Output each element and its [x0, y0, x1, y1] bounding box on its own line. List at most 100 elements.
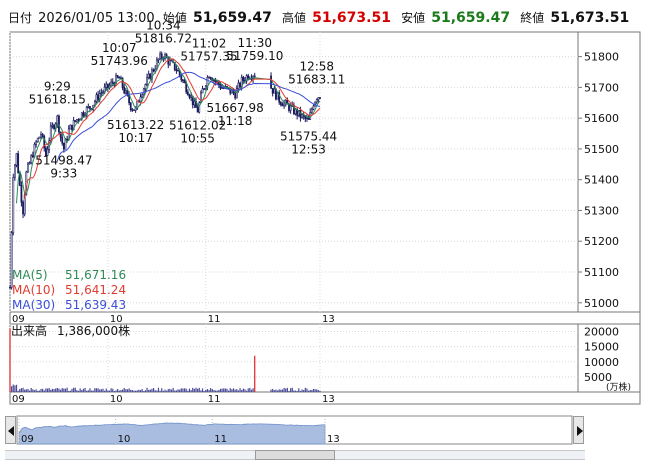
annotation-time: 11:18 [218, 114, 253, 128]
volume-bar [97, 388, 99, 392]
y-tick-label: 51500 [584, 143, 619, 156]
volume-bar [167, 389, 169, 392]
y-tick-label: 51700 [584, 81, 619, 94]
volume-bar [30, 387, 32, 392]
volume-y-tick-label: 10000 [584, 356, 619, 369]
scrollbar-thumb[interactable] [255, 450, 335, 460]
candle-body [186, 91, 189, 96]
candle-body [146, 77, 148, 85]
volume-bar [249, 387, 251, 392]
volume-bar [180, 388, 182, 392]
volume-x-tick-label: 13 [322, 394, 335, 405]
candle-body [315, 99, 318, 103]
volume-bar [133, 390, 135, 392]
ma-legend-name: MA(5) [12, 268, 48, 282]
candle-body [199, 92, 202, 103]
volume-bar [28, 390, 31, 392]
volume-bar [203, 390, 205, 392]
volume-bar [285, 388, 287, 392]
volume-bar [149, 389, 151, 392]
y-tick-label: 51000 [584, 297, 619, 310]
volume-bar [159, 390, 161, 392]
candle-body [206, 77, 209, 87]
volume-bar [242, 388, 244, 392]
volume-bar [244, 389, 246, 392]
candle-body [180, 75, 183, 81]
candle-body [190, 95, 193, 98]
volume-bar [179, 389, 181, 392]
y-tick-label: 51400 [584, 174, 619, 187]
candle-body [182, 79, 184, 82]
volume-bar [48, 388, 50, 392]
annotation-time: 9:29 [44, 80, 71, 94]
volume-bar [228, 390, 230, 392]
volume-bar [22, 387, 24, 392]
candle-body [100, 92, 103, 94]
volume-bar [156, 390, 158, 392]
volume-bar [247, 388, 249, 392]
volume-bar [229, 388, 231, 392]
volume-bar [216, 390, 218, 392]
volume-bar [15, 384, 18, 392]
volume-bar [275, 389, 277, 392]
volume-bar [53, 389, 55, 392]
volume-bar [105, 388, 107, 392]
candle-body [175, 69, 178, 71]
volume-bar [154, 390, 156, 392]
candle-body [204, 85, 207, 89]
volume-bar [79, 388, 81, 392]
volume-bar [170, 389, 173, 392]
volume-bar [254, 355, 256, 392]
navigator-area [18, 422, 326, 445]
scrollbar-track[interactable] [5, 450, 585, 460]
candle-body [75, 119, 78, 122]
volume-bar [234, 389, 236, 392]
price-chart[interactable]: 51000 51100 51200 51300 51400 51500 51600 51700… [0, 0, 653, 325]
candle-body [213, 79, 215, 82]
volume-bar [174, 390, 176, 392]
volume-bar [206, 389, 209, 392]
candle-body [141, 94, 144, 98]
annotation-value: 51498.47 [35, 153, 92, 167]
volume-bar [123, 387, 125, 392]
candle-body [106, 83, 109, 89]
volume-bar [192, 387, 194, 392]
volume-bar [58, 388, 60, 392]
volume-bar [250, 389, 253, 392]
candle-body [41, 134, 44, 137]
candle-body [152, 69, 155, 72]
volume-bar [161, 388, 163, 392]
volume-bar [11, 386, 13, 392]
annotation-value: 51667.98 [207, 101, 264, 115]
volume-chart[interactable]: 5000 10000 15000 20000 (万株) 09 10 11 13 出来高 1,386,… [0, 322, 653, 412]
volume-bar [12, 384, 14, 392]
volume-bar [270, 389, 272, 392]
navigator-tick-label: 11 [214, 434, 227, 445]
volume-bar [51, 388, 54, 392]
volume-bar [157, 387, 160, 392]
annotation-time: 11:30 [237, 36, 272, 50]
volume-bar [185, 388, 187, 392]
volume-bar [107, 390, 109, 392]
volume-x-tick-label: 09 [12, 394, 25, 405]
volume-bar [102, 388, 104, 392]
volume-y-tick-label: 20000 [584, 326, 619, 339]
volume-bar [218, 390, 220, 392]
scroll-right-button[interactable] [573, 416, 584, 444]
candle-body [234, 92, 237, 99]
scroll-left-button[interactable] [5, 416, 16, 444]
candle-body [198, 102, 201, 113]
candle-body [111, 81, 114, 84]
volume-total: 1,386,000株 [57, 323, 130, 338]
volume-bar [290, 388, 292, 392]
candle-body [317, 97, 320, 100]
volume-bar [169, 388, 171, 392]
volume-x-tick-label: 11 [208, 394, 221, 405]
candle-body [242, 77, 245, 81]
volume-bar [224, 388, 226, 392]
candle-body [129, 102, 132, 110]
volume-bar [162, 390, 164, 392]
volume-bar [126, 389, 129, 392]
candle-body [281, 104, 284, 107]
navigator[interactable]: 09 10 11 13 [5, 412, 585, 462]
